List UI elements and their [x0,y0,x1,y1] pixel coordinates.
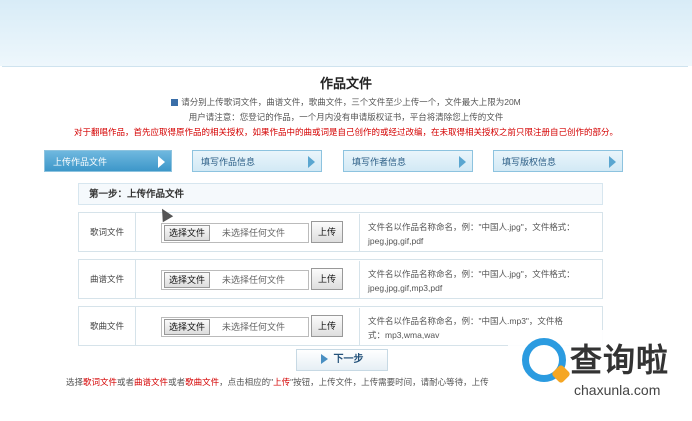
watermark-text: 查询啦 [570,342,670,378]
row-label: 歌曲文件 [79,307,136,345]
no-file-text: 未选择任何文件 [222,228,286,238]
step-work-info[interactable]: 填写作品信息 [192,150,322,172]
footer-highlight: 歌曲文件 [185,377,220,387]
footer-highlight: 歌词文件 [83,377,118,387]
step-label: 填写版权信息 [502,157,557,167]
song-file-input[interactable]: 选择文件 未选择任何文件 [161,317,309,337]
upload-notice: 请分别上传歌词文件，曲谱文件，歌曲文件，三个文件至少上传一个，文件最大上限为20… [0,96,692,108]
upload-notice-text: 请分别上传歌词文件，曲谱文件，歌曲文件，三个文件至少上传一个，文件最大上限为20… [181,97,521,107]
hint-formats: jpeg,jpg,gif,pdf [368,236,424,246]
hint-line: 文件名以作品名称命名，例："中国人.jpg"，文件格式： [368,222,575,232]
hint-formats: jpeg,jpg,gif,mp3,pdf [368,283,443,293]
file-hint: 文件名以作品名称命名，例："中国人.jpg"，文件格式： jpeg,jpg,gif… [359,261,599,299]
page-title: 作品文件 [319,76,372,91]
arrow-right-icon [308,156,315,168]
footer-text: 或者 [117,377,135,387]
arrow-right-icon [158,156,165,168]
no-file-text: 未选择任何文件 [222,275,286,285]
step-author-info[interactable]: 填写作者信息 [343,150,473,172]
footer-highlight: 曲谱文件 [134,377,169,387]
top-banner [0,0,692,66]
user-notice: 用户请注意：您登记的作品，一个月内没有申请版权证书，平台将清除您上传的文件 [188,112,504,122]
step-upload-files[interactable]: 上传作品文件 [44,150,172,172]
info-icon [171,99,179,107]
next-label: 下一步 [333,354,364,365]
watermark: 查询啦 chaxunla.com [508,330,692,420]
no-file-text: 未选择任何文件 [222,322,286,332]
row-label: 歌词文件 [79,213,136,251]
arrow-right-icon [609,156,616,168]
step-tabs: 上传作品文件 填写作品信息 填写作者信息 填写版权信息 [0,148,692,176]
lyrics-file-row: 歌词文件 选择文件 未选择任何文件 上传 文件名以作品名称命名，例："中国人.j… [78,212,603,252]
step-label: 填写作者信息 [352,157,407,167]
footer-text: "按钮，上传文件，上传需要时间，请耐心等待，上传 [290,377,489,387]
upload-button[interactable]: 上传 [311,268,343,290]
score-file-input[interactable]: 选择文件 未选择任何文件 [161,270,309,290]
next-step-button[interactable]: 下一步 [296,349,388,371]
file-hint: 文件名以作品名称命名，例："中国人.jpg"，文件格式： jpeg,jpg,gif… [359,214,599,252]
choose-file-button[interactable]: 选择文件 [164,272,211,288]
lyrics-file-input[interactable]: 选择文件 未选择任何文件 [161,223,309,243]
footer-text: 或者 [168,377,186,387]
step-label: 填写作品信息 [201,157,256,167]
watermark-url: chaxunla.com [574,382,661,398]
choose-file-button[interactable]: 选择文件 [164,319,211,335]
hint-line: 文件名以作品名称命名，例："中国人.mp3"，文件格 [368,316,563,326]
upload-button[interactable]: 上传 [311,221,343,243]
row-label: 曲谱文件 [79,260,136,298]
footer-text: ，点击相应的" [219,377,274,387]
play-arrow-icon [320,354,328,365]
step-copyright-info[interactable]: 填写版权信息 [493,150,623,172]
upload-button[interactable]: 上传 [311,315,343,337]
hint-line: 文件名以作品名称命名，例："中国人.jpg"，文件格式： [368,269,575,279]
score-file-row: 曲谱文件 选择文件 未选择任何文件 上传 文件名以作品名称命名，例："中国人.j… [78,259,603,299]
arrow-right-icon [459,156,466,168]
step-label: 上传作品文件 [53,157,108,167]
footer-text: 选择 [66,377,84,387]
choose-file-button[interactable]: 选择文件 [164,225,211,241]
cover-warning: 对于翻唱作品，首先应取得原作品的相关授权，如果作品中的曲或词是自己创作的或经过改… [73,127,618,137]
search-logo-icon [522,338,566,382]
section-title: 第一步：上传作品文件 [78,183,603,205]
footer-highlight: 上传 [273,377,291,387]
footer-instructions: 选择歌词文件或者曲谱文件或者歌曲文件，点击相应的"上传"按钮，上传文件，上传需要… [66,376,489,388]
